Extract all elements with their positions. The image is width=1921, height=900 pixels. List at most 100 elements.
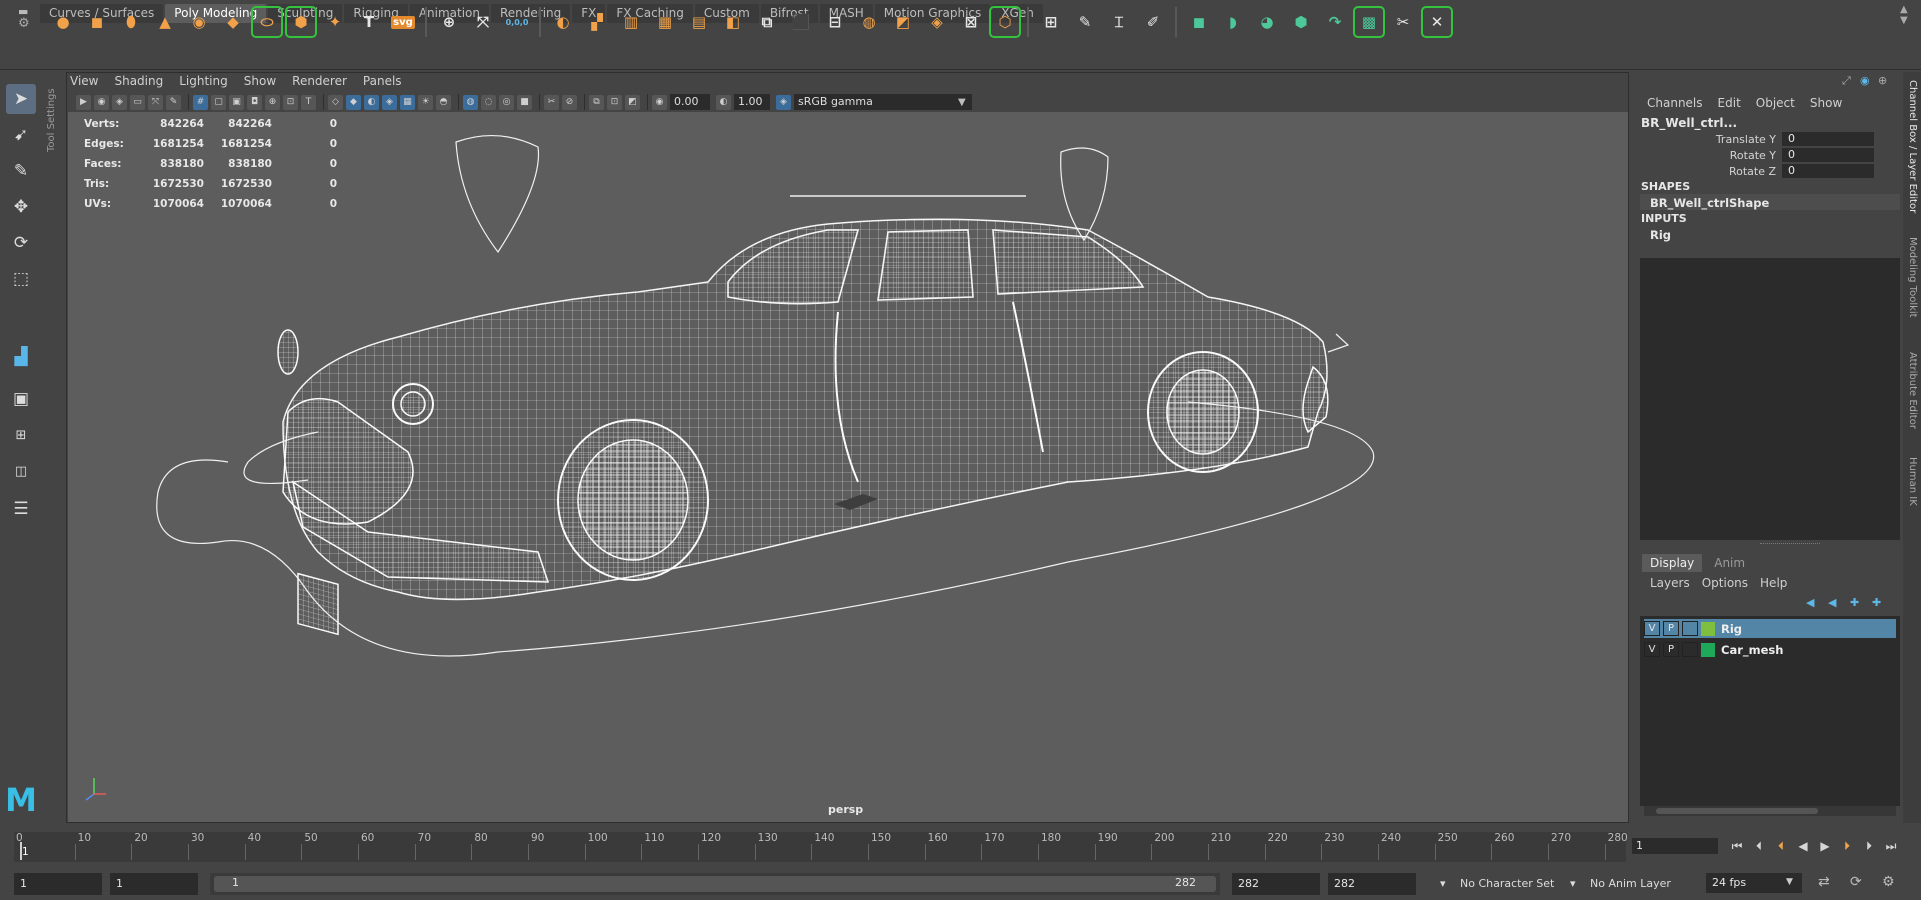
single-view-layout-icon[interactable]: ▣ [6, 384, 36, 414]
layer-playback-toggle[interactable]: P [1663, 621, 1679, 636]
smooth-icon[interactable]: ▥ [617, 8, 645, 36]
grid-icon[interactable]: # [193, 94, 208, 110]
separate-icon[interactable]: ▞ [583, 8, 611, 36]
channel-attr-field[interactable]: 0 [1782, 148, 1874, 162]
animation-end-field[interactable]: 282 [1328, 873, 1416, 895]
move-layer-down-icon[interactable]: ◀ [1828, 596, 1846, 610]
svg-tool-icon[interactable]: svg [389, 8, 417, 36]
channel-menu-object[interactable]: Object [1756, 96, 1795, 110]
uv-checker-icon[interactable]: ▩ [1353, 6, 1385, 38]
move-layer-up-icon[interactable]: ◀ [1806, 596, 1824, 610]
input-name[interactable]: Rig [1650, 228, 1671, 242]
character-set-dropdown[interactable]: No Character Set [1460, 874, 1554, 894]
collapse-icon[interactable]: ⬡ [989, 6, 1021, 38]
play-backwards-icon[interactable]: ◀ [1792, 836, 1814, 856]
vertical-tab-human-ik[interactable]: Human IK [1907, 457, 1918, 506]
go-to-start-icon[interactable]: ⏮ [1726, 836, 1748, 856]
poly-torus-icon[interactable]: ◉ [185, 8, 213, 36]
fill-hole-icon[interactable]: ◈ [923, 8, 951, 36]
panel-menu-view[interactable]: View [70, 74, 98, 90]
gamma-icon[interactable]: ◐ [716, 94, 731, 110]
poly-disc-icon[interactable]: ⬭ [251, 6, 283, 38]
resolution-gate-icon[interactable]: ▣ [229, 94, 244, 110]
layer-menu-layers[interactable]: Layers [1650, 576, 1690, 590]
go-to-end-icon[interactable]: ⏭ [1880, 836, 1902, 856]
bridge-icon[interactable]: ⊟ [821, 8, 849, 36]
xray-icon[interactable]: ⊘ [562, 94, 577, 110]
playback-start-field[interactable]: 1 [110, 873, 198, 895]
merge-icon[interactable]: ⊠ [957, 8, 985, 36]
isolate-select-icon[interactable]: ✂ [544, 94, 559, 110]
channel-box-hyper-icon[interactable]: ⊕ [1878, 74, 1892, 88]
range-slider-handle[interactable] [214, 876, 1216, 892]
channel-box-manip-icon[interactable]: ⤢ [1842, 74, 1856, 88]
channel-box-speed-icon[interactable]: ◉ [1860, 74, 1874, 88]
layer-playback-toggle[interactable]: P [1663, 642, 1679, 657]
panel-menu-shading[interactable]: Shading [114, 74, 163, 90]
poly-sphere-icon[interactable]: ● [49, 8, 77, 36]
step-forward-frame-icon[interactable]: ⏵ [1836, 836, 1858, 856]
tab-anim[interactable]: Anim [1706, 554, 1753, 572]
screen-space-ao-icon[interactable]: ◍ [463, 94, 478, 110]
bookmarks-icon[interactable]: ◈ [112, 94, 127, 110]
tool-settings-tab[interactable]: Tool Settings [44, 72, 60, 192]
move-tool-icon[interactable]: ✥ [6, 192, 36, 222]
channel-menu-show[interactable]: Show [1810, 96, 1842, 110]
channel-attr-field[interactable]: 0 [1782, 132, 1874, 146]
uv-cut-icon[interactable]: ✂ [1389, 8, 1417, 36]
vertical-tab-channel-box[interactable]: Channel Box / Layer Editor [1907, 80, 1918, 213]
rotate-tool-icon[interactable]: ⟳ [6, 228, 36, 258]
poly-cone-icon[interactable]: ▲ [151, 8, 179, 36]
uv-spherical-icon[interactable]: ◕ [1253, 8, 1281, 36]
panel-menu-lighting[interactable]: Lighting [179, 74, 228, 90]
wireframe-icon[interactable]: ◇ [328, 94, 343, 110]
tab-display[interactable]: Display [1642, 554, 1703, 572]
layer-row-car-mesh[interactable]: V P Car_mesh [1644, 640, 1896, 659]
poly-cylinder-icon[interactable]: ⬮ [117, 8, 145, 36]
anim-layer-dropdown[interactable]: No Anim Layer [1590, 874, 1671, 894]
paint-select-tool-icon[interactable]: ✎ [6, 156, 36, 186]
layer-row-rig[interactable]: V P Rig [1644, 619, 1896, 638]
auto-key-icon[interactable]: ⟳ [1850, 874, 1868, 892]
2d-pan-zoom-icon[interactable]: ⤧ [148, 94, 163, 110]
exposure-field[interactable]: 0.00 [670, 94, 710, 110]
layer-display-type-toggle[interactable] [1682, 642, 1698, 657]
select-camera-icon[interactable]: ▶ [76, 94, 91, 110]
channel-box-object-name[interactable]: BR_Well_ctrl... [1641, 116, 1737, 130]
uv-planar-icon[interactable]: ◼ [1185, 8, 1213, 36]
select-tool-icon[interactable]: ➤ [6, 84, 36, 114]
panel-splitter-handle[interactable] [1760, 543, 1820, 547]
vertical-tab-modeling-toolkit[interactable]: Modeling Toolkit [1907, 237, 1918, 318]
rig-control-curve[interactable] [1060, 147, 1109, 242]
remesh-icon[interactable]: ▤ [685, 8, 713, 36]
boolean-icon[interactable]: ⧉ [753, 8, 781, 36]
safe-title-icon[interactable]: T [301, 94, 316, 110]
use-all-lights-icon[interactable]: ☀ [418, 94, 433, 110]
bevel-icon[interactable]: ◍ [855, 8, 883, 36]
two-view-layout-icon[interactable]: ◫ [6, 456, 36, 486]
motion-blur-icon[interactable]: ◌ [481, 94, 496, 110]
depth-of-field-icon[interactable]: ■ [517, 94, 532, 110]
film-gate-icon[interactable]: ▢ [211, 94, 226, 110]
super-shape-icon[interactable]: ✦ [321, 8, 349, 36]
lasso-tool-icon[interactable]: ➹ [6, 120, 36, 150]
four-view-layout-icon[interactable]: ⊞ [6, 420, 36, 450]
shadows-icon[interactable]: ◓ [436, 94, 451, 110]
step-back-frame-icon[interactable]: ⏴ [1770, 836, 1792, 856]
grease-pencil-icon[interactable]: ✎ [166, 94, 181, 110]
panel-menu-renderer[interactable]: Renderer [292, 74, 347, 90]
channel-attr-rotate-y[interactable]: Rotate Y 0 [1660, 147, 1880, 163]
textured-icon[interactable]: ▦ [400, 94, 415, 110]
rig-control-curve[interactable] [455, 135, 540, 254]
poly-cube-icon[interactable]: ◼ [83, 8, 111, 36]
image-plane-icon[interactable]: ▭ [130, 94, 145, 110]
quad-draw-icon[interactable]: ✐ [1139, 8, 1167, 36]
anim-layer-dropdown-icon[interactable]: ▾ [1570, 874, 1576, 894]
channel-menu-channels[interactable]: Channels [1647, 96, 1703, 110]
shape-name[interactable]: BR_Well_ctrlShape [1650, 196, 1769, 210]
default-material-icon[interactable]: ◐ [364, 94, 379, 110]
uv-transfer-icon[interactable]: ↷ [1321, 8, 1349, 36]
freeze-transform-icon[interactable]: ⤧ [469, 8, 497, 36]
shelf-settings-gear-icon[interactable]: ⚙ [18, 16, 30, 31]
text-tool-icon[interactable]: T [355, 8, 383, 36]
